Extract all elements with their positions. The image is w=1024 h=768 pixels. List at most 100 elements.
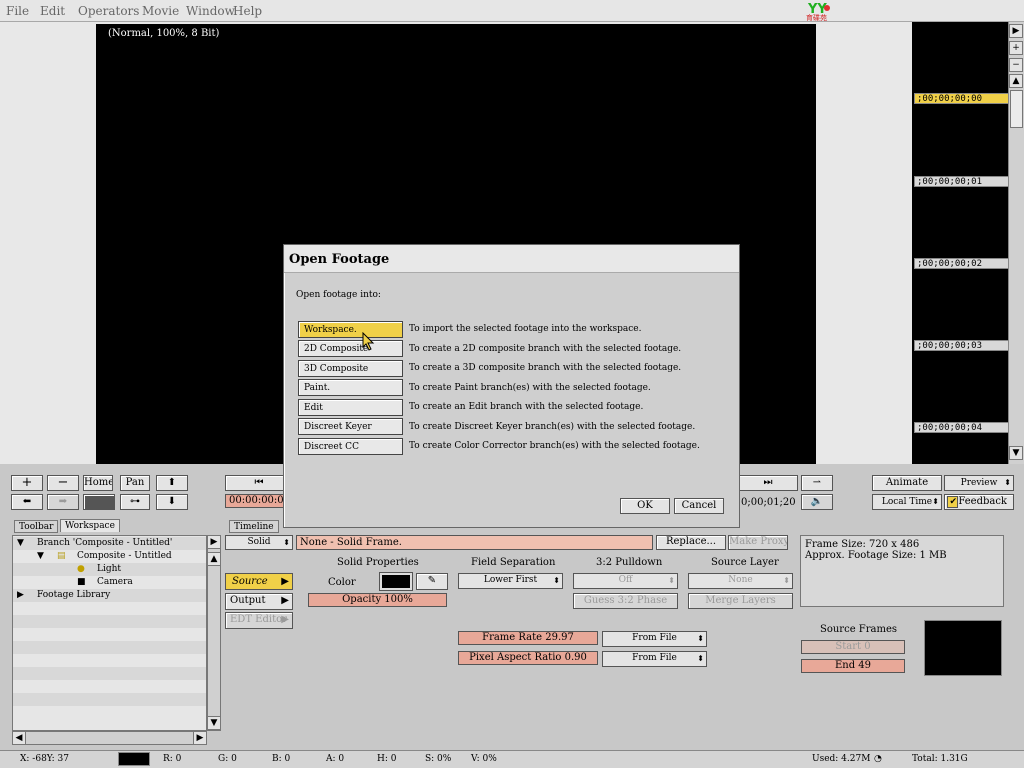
tab-toolbar[interactable]: Toolbar bbox=[14, 520, 59, 533]
option-edit-button[interactable]: Edit bbox=[298, 399, 403, 416]
tab-workspace[interactable]: Workspace bbox=[60, 519, 120, 532]
red-value: R: 0 bbox=[163, 754, 182, 764]
down-arrow-icon[interactable]: ⬇ bbox=[156, 494, 188, 510]
edt-editor-button[interactable]: EDT Editor ▶ bbox=[225, 612, 293, 629]
expand-icon[interactable]: ▼ bbox=[17, 537, 24, 550]
scroll-thumb[interactable] bbox=[1010, 90, 1023, 128]
fast-forward-icon[interactable]: ⏭ bbox=[738, 475, 798, 491]
output-button[interactable]: Output ▶ bbox=[225, 593, 293, 610]
scroll-up-icon[interactable]: ▲ bbox=[207, 552, 221, 566]
timecode-left[interactable]: 00:00:00:0 bbox=[225, 494, 285, 508]
tree-vscrollbar[interactable]: ▶ ▲ ▼ bbox=[207, 535, 221, 731]
timecode-frame-3[interactable]: ;00;00;00;03 bbox=[914, 340, 1009, 351]
pixel-aspect-source-dropdown[interactable]: From File bbox=[602, 651, 707, 667]
tab-timeline[interactable]: Timeline bbox=[229, 520, 279, 533]
tree-row[interactable]: ● Light bbox=[13, 563, 206, 576]
color-swatch-button[interactable] bbox=[83, 494, 115, 510]
option-3d-composite-button[interactable]: 3D Composite bbox=[298, 360, 403, 377]
preview-dropdown[interactable]: Preview bbox=[944, 475, 1014, 491]
collapsed-icon[interactable]: ▶ bbox=[17, 589, 24, 602]
option-2d-composite-button[interactable]: 2D Composite bbox=[298, 340, 403, 357]
dialog-prompt: Open footage into: bbox=[296, 290, 381, 300]
feedback-toggle[interactable]: ✔ Feedback bbox=[944, 494, 1014, 510]
layer-type-dropdown[interactable]: Solid bbox=[225, 535, 293, 550]
make-proxy-button[interactable]: Make Proxy. bbox=[728, 535, 788, 550]
scroll-up-icon[interactable]: ▲ bbox=[1009, 74, 1023, 88]
source-preview-thumbnail bbox=[924, 620, 1002, 676]
speaker-icon[interactable]: 🔈 bbox=[801, 494, 833, 510]
animate-button[interactable]: Animate bbox=[872, 475, 942, 491]
cursor-coords: X: -68Y: 37 bbox=[20, 754, 69, 764]
zoom-in-button[interactable]: + bbox=[11, 475, 43, 491]
color-swatch[interactable] bbox=[379, 572, 413, 591]
footage-name-field[interactable]: None - Solid Frame. bbox=[296, 535, 653, 550]
node-graph-icon[interactable]: ⊶ bbox=[120, 494, 150, 510]
scroll-down-icon[interactable]: ▼ bbox=[207, 716, 221, 730]
up-arrow-icon[interactable]: ⬆ bbox=[156, 475, 188, 491]
menu-window[interactable]: Window bbox=[186, 4, 235, 18]
field-separation-dropdown[interactable]: Lower First bbox=[458, 573, 563, 589]
scroll-left-icon[interactable]: ◀ bbox=[12, 731, 26, 745]
pixel-aspect-slider[interactable]: Pixel Aspect Ratio 0.90 bbox=[458, 651, 598, 665]
thumbnail-strip bbox=[912, 22, 1008, 464]
tree-label: Light bbox=[97, 564, 122, 574]
option-workspace-button[interactable]: Workspace. bbox=[298, 321, 403, 338]
arrow-right-icon: ▶ bbox=[281, 614, 289, 625]
timecode-frame-0[interactable]: ;00;00;00;00 bbox=[914, 93, 1009, 104]
frame-rate-slider[interactable]: Frame Rate 29.97 bbox=[458, 631, 598, 645]
frame-rate-source-dropdown[interactable]: From File bbox=[602, 631, 707, 647]
tree-row[interactable]: ▼ ▤ Composite - Untitled bbox=[13, 550, 206, 563]
start-frame-slider[interactable]: Start 0 bbox=[801, 640, 905, 654]
option-paint-button[interactable]: Paint. bbox=[298, 379, 403, 396]
tree-row-empty bbox=[13, 602, 206, 615]
menu-file[interactable]: File bbox=[6, 4, 29, 18]
option-desc: To create a 3D composite branch with the… bbox=[409, 363, 682, 373]
pulldown-dropdown[interactable]: Off bbox=[573, 573, 678, 589]
option-discreet-keyer-button[interactable]: Discreet Keyer bbox=[298, 418, 403, 435]
tree-row[interactable]: ▶ Footage Library bbox=[13, 589, 206, 602]
output-label: Output bbox=[230, 595, 266, 606]
forward-arrow-icon[interactable]: ➡ bbox=[47, 494, 79, 510]
loop-icon[interactable]: ⇀ bbox=[801, 475, 833, 491]
replace-button[interactable]: Replace... bbox=[656, 535, 726, 550]
tree-row[interactable]: ▼ Branch 'Composite - Untitled' bbox=[13, 537, 206, 550]
tree-row-empty bbox=[13, 615, 206, 628]
end-frame-slider[interactable]: End 49 bbox=[801, 659, 905, 673]
saturation-value: S: 0% bbox=[425, 754, 452, 764]
expand-icon[interactable]: ▼ bbox=[37, 550, 44, 563]
timecode-frame-4[interactable]: ;00;00;00;04 bbox=[914, 422, 1009, 433]
menu-movie[interactable]: Movie bbox=[142, 4, 179, 18]
thumbnail-scrollbar[interactable]: ▶ + − ▲ ▼ bbox=[1008, 22, 1024, 464]
menu-operators[interactable]: Operators bbox=[78, 4, 139, 18]
source-layer-dropdown[interactable]: None bbox=[688, 573, 793, 589]
minus-icon[interactable]: − bbox=[1009, 58, 1023, 72]
memory-used: Used: 4.27M bbox=[812, 754, 871, 764]
ok-button[interactable]: OK bbox=[620, 498, 670, 514]
tree-row[interactable]: ■ Camera bbox=[13, 576, 206, 589]
local-time-dropdown[interactable]: Local Time bbox=[872, 494, 942, 510]
opacity-slider[interactable]: Opacity 100% bbox=[308, 593, 447, 607]
timecode-frame-2[interactable]: ;00;00;00;02 bbox=[914, 258, 1009, 269]
pan-button[interactable]: Pan bbox=[120, 475, 150, 491]
play-arrow-icon[interactable]: ▶ bbox=[1009, 24, 1023, 38]
timecode-frame-1[interactable]: ;00;00;00;01 bbox=[914, 176, 1009, 187]
tree-hscrollbar[interactable]: ◀ ▶ bbox=[12, 731, 207, 745]
option-discreet-cc-button[interactable]: Discreet CC bbox=[298, 438, 403, 455]
zoom-out-button[interactable]: − bbox=[47, 475, 79, 491]
source-button[interactable]: Source ▶ bbox=[225, 573, 293, 590]
plus-icon[interactable]: + bbox=[1009, 41, 1023, 55]
frame-size-text: Frame Size: 720 x 486 bbox=[805, 539, 920, 550]
scroll-right-icon[interactable]: ▶ bbox=[193, 731, 207, 745]
feedback-checkbox-icon[interactable]: ✔ bbox=[947, 496, 958, 508]
eyedropper-icon[interactable]: ✎ bbox=[416, 573, 448, 590]
cancel-button[interactable]: Cancel bbox=[674, 498, 724, 514]
menu-edit[interactable]: Edit bbox=[40, 4, 65, 18]
guess-phase-button[interactable]: Guess 3:2 Phase bbox=[573, 593, 678, 609]
back-arrow-icon[interactable]: ⬅ bbox=[11, 494, 43, 510]
menu-help[interactable]: Help bbox=[233, 4, 262, 18]
merge-layers-button[interactable]: Merge Layers bbox=[688, 593, 793, 609]
pixel-color-swatch bbox=[118, 752, 150, 766]
scroll-down-icon[interactable]: ▼ bbox=[1009, 446, 1023, 460]
play-arrow-icon[interactable]: ▶ bbox=[207, 535, 221, 549]
home-button[interactable]: Home bbox=[83, 475, 113, 491]
